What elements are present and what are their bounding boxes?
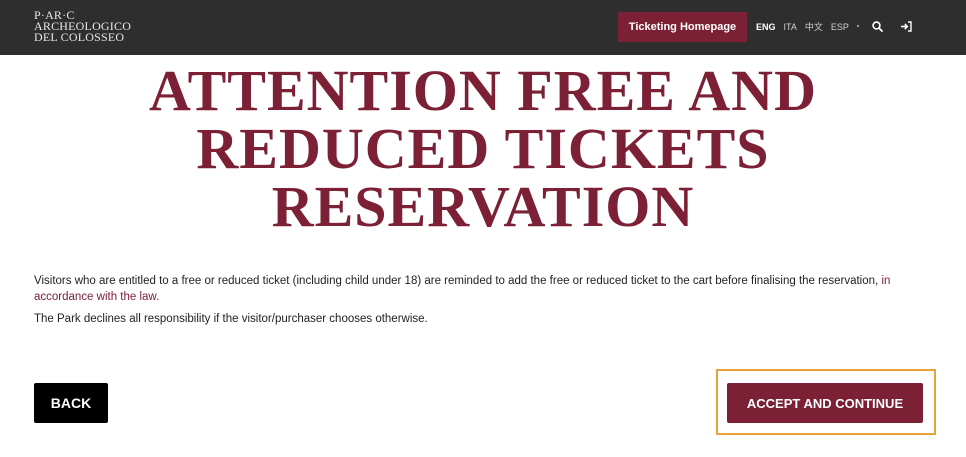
notice-paragraph-2: The Park declines all responsibility if … xyxy=(34,313,428,325)
language-eng[interactable]: ENG xyxy=(756,22,776,32)
title-line-1: ATTENTION FREE AND xyxy=(149,58,817,123)
back-button[interactable]: BACK xyxy=(34,383,108,423)
ticketing-homepage-button[interactable]: Ticketing Homepage xyxy=(618,12,747,42)
separator-dot xyxy=(857,25,859,27)
sign-in-icon[interactable] xyxy=(898,18,914,34)
logo-line-3: DEL COLOSSEO xyxy=(34,30,125,44)
notice-paragraph-1-text: Visitors who are entitled to a free or r… xyxy=(34,275,882,287)
notice-paragraph-1: Visitors who are entitled to a free or r… xyxy=(34,273,934,305)
language-esp[interactable]: ESP xyxy=(831,22,849,32)
top-navigation-bar: P·AR·C ARCHEOLOGICO DEL COLOSSEO Ticketi… xyxy=(0,0,966,55)
title-line-3: RESERVATION xyxy=(271,174,695,239)
search-icon[interactable] xyxy=(869,18,885,34)
language-zh[interactable]: 中文 xyxy=(805,20,823,33)
accept-and-continue-button[interactable]: ACCEPT AND CONTINUE xyxy=(727,383,923,423)
park-logo[interactable]: P·AR·C ARCHEOLOGICO DEL COLOSSEO xyxy=(34,9,131,44)
page-title: ATTENTION FREE AND REDUCED TICKETS RESER… xyxy=(0,62,966,236)
title-line-2: REDUCED TICKETS xyxy=(196,116,770,181)
notice-text: Visitors who are entitled to a free or r… xyxy=(34,273,934,333)
language-ita[interactable]: ITA xyxy=(784,22,797,32)
language-switcher: ENG ITA 中文 ESP xyxy=(756,20,857,33)
